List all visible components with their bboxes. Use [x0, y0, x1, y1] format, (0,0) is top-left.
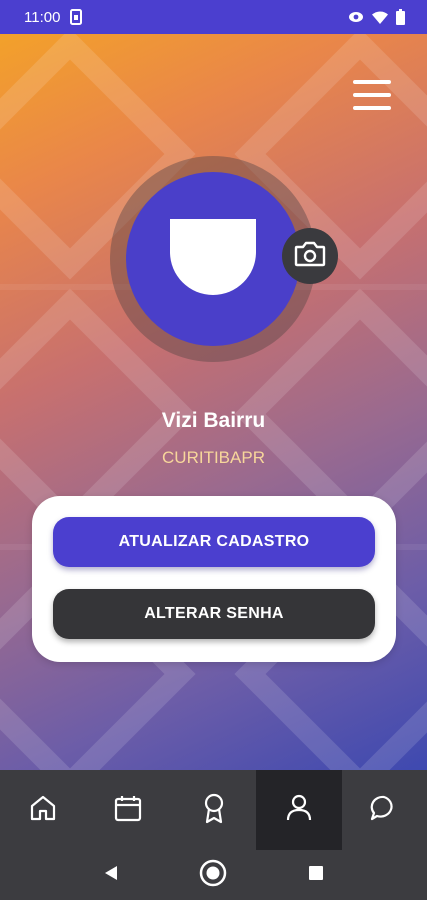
nav-item-chat[interactable]	[342, 770, 427, 850]
chat-icon	[369, 793, 399, 828]
status-left: 11:00	[24, 8, 83, 26]
profile-screen: Vizi Bairru CURITIBAPR ATUALIZAR CADASTR…	[0, 34, 427, 770]
status-right	[348, 9, 405, 25]
user-placeholder-icon	[170, 218, 256, 300]
change-password-button[interactable]: ALTERAR SENHA	[53, 589, 375, 639]
back-icon	[103, 865, 119, 886]
home-icon	[28, 793, 58, 828]
profile-location: CURITIBAPR	[162, 448, 265, 467]
home-circle-icon	[198, 858, 228, 893]
system-home-button[interactable]	[193, 855, 233, 895]
eye-icon	[348, 11, 364, 23]
bottom-nav	[0, 770, 427, 850]
wifi-icon	[372, 11, 388, 24]
actions-card: ATUALIZAR CADASTRO ALTERAR SENHA	[32, 496, 396, 662]
nav-item-calendar[interactable]	[85, 770, 170, 850]
calendar-icon	[113, 793, 143, 828]
nav-item-home[interactable]	[0, 770, 85, 850]
hamburger-menu-icon[interactable]	[353, 80, 391, 110]
profile-name: Vizi Bairru	[161, 409, 266, 432]
camera-button[interactable]	[282, 228, 338, 284]
recents-icon	[308, 865, 324, 886]
battery-icon	[396, 9, 405, 25]
system-nav	[0, 850, 427, 900]
nav-item-profile[interactable]	[256, 770, 342, 850]
badge-icon	[199, 792, 229, 829]
nav-item-badges[interactable]	[171, 770, 256, 850]
recents-button[interactable]	[296, 855, 336, 895]
status-time: 11:00	[24, 8, 61, 26]
sim-card-icon	[70, 9, 83, 25]
avatar	[126, 172, 300, 346]
back-button[interactable]	[91, 855, 131, 895]
update-profile-button[interactable]: ATUALIZAR CADASTRO	[53, 517, 375, 567]
camera-icon	[294, 241, 326, 272]
profile-icon	[284, 793, 314, 828]
status-bar: 11:00	[0, 0, 427, 34]
